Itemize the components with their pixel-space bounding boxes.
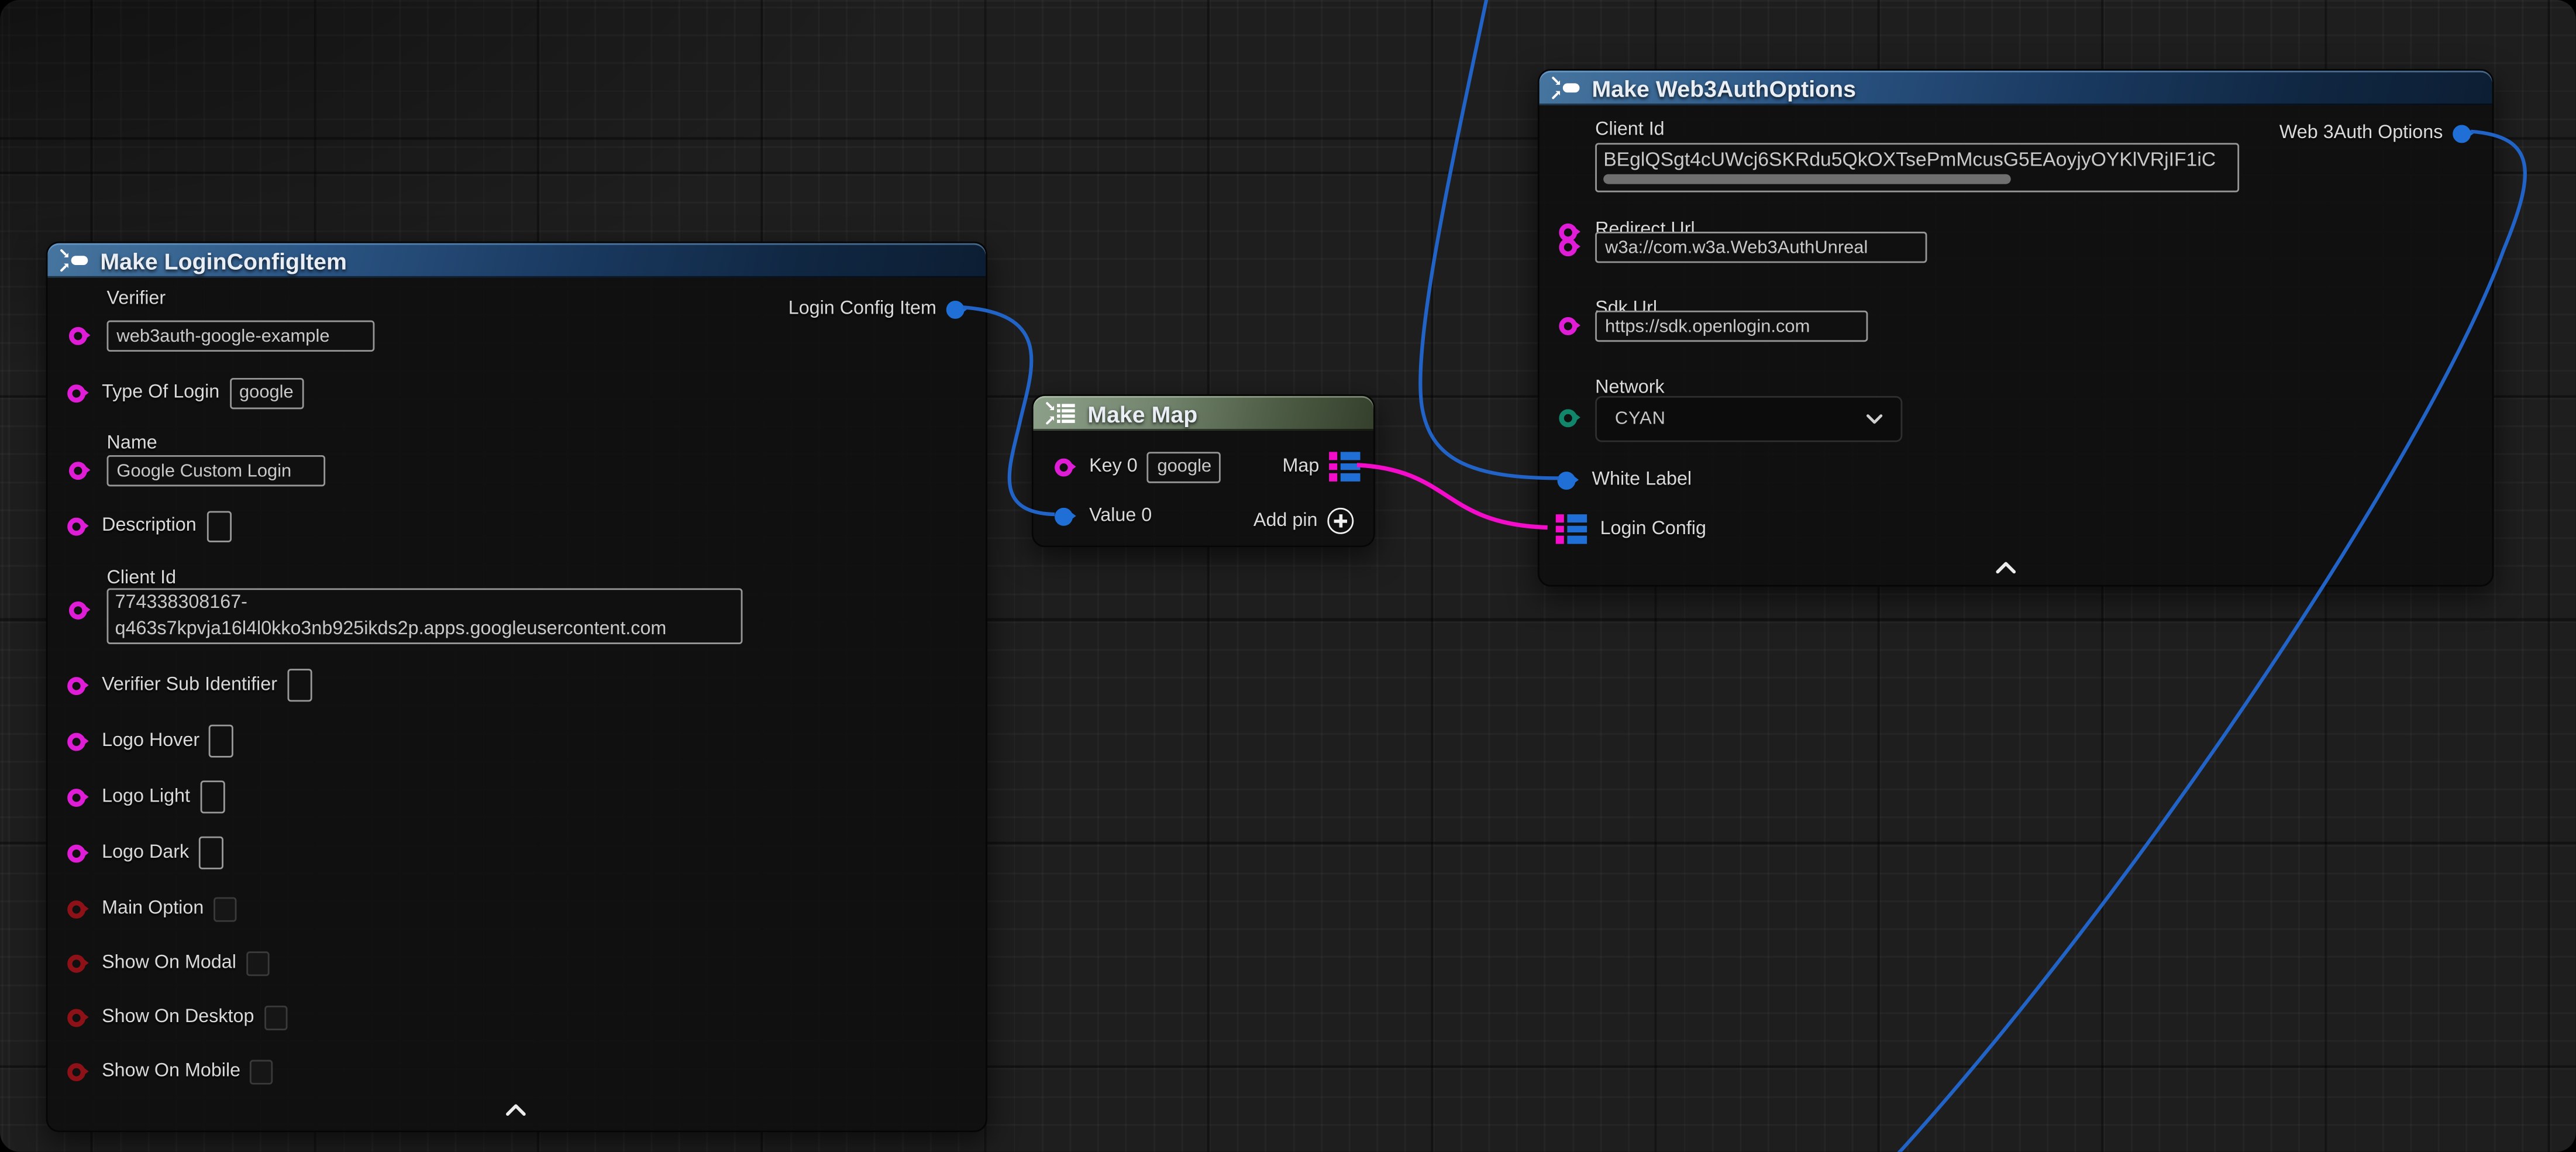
node-title: Make Web3AuthOptions (1592, 75, 1857, 101)
type-of-login-input[interactable]: google (229, 377, 304, 408)
node-header-make-loginconfigitem[interactable]: Make LoginConfigItem (47, 243, 986, 278)
pin-web3auth-options-output[interactable] (2453, 124, 2471, 142)
pin-description[interactable] (67, 517, 85, 535)
verifier-label: Verifier (107, 283, 166, 315)
output-row-login-config-item: Login Config Item (788, 293, 965, 325)
node-title: Make Map (1087, 400, 1197, 427)
pin-verifier[interactable] (68, 327, 87, 345)
network-dropdown[interactable]: CYAN (1595, 396, 1902, 442)
verifier-sub-identifier-label: Verifier Sub Identifier (102, 669, 277, 701)
make-map-icon (1045, 401, 1077, 425)
pin-logo-dark[interactable] (67, 844, 85, 862)
show-on-modal-label: Show On Modal (102, 947, 236, 979)
name-input[interactable]: Google Custom Login (107, 455, 326, 486)
network-selected-value: CYAN (1615, 409, 1666, 429)
pin-login-config[interactable] (1556, 515, 1587, 544)
blueprint-graph-canvas[interactable]: Make LoginConfigItem Login Config Item V… (0, 0, 2576, 1152)
key-0-input[interactable]: google (1148, 451, 1222, 482)
pin-white-label[interactable] (1558, 471, 1576, 489)
map-output-label: Map (1282, 451, 1319, 483)
chevron-up-icon (506, 1103, 526, 1115)
client-id-label: Client Id (1595, 114, 1664, 146)
client-id-line1: 774338308167- (108, 590, 741, 616)
logo-dark-input[interactable] (199, 837, 223, 869)
web3auth-options-output-label: Web 3Auth Options (2279, 116, 2443, 149)
pin-key-0[interactable] (1055, 458, 1073, 476)
node-header-make-web3authoptions[interactable]: Make Web3AuthOptions (1540, 71, 2492, 105)
show-on-desktop-label: Show On Desktop (102, 1000, 254, 1033)
login-config-label: Login Config (1600, 513, 1706, 545)
key-0-label: Key 0 (1089, 451, 1138, 483)
value-0-label: Value 0 (1089, 500, 1152, 532)
node-make-loginconfigitem[interactable]: Make LoginConfigItem Login Config Item V… (46, 242, 987, 1132)
make-struct-icon (1551, 75, 1582, 100)
pin-logo-hover[interactable] (67, 732, 85, 750)
verifier-sub-identifier-input[interactable] (287, 669, 312, 701)
pin-map-output[interactable] (1329, 452, 1360, 481)
output-row-web3auth-options: Web 3Auth Options (2279, 116, 2471, 149)
collapse-node-button[interactable] (502, 1101, 529, 1117)
main-option-label: Main Option (102, 892, 204, 925)
pin-redirect-url[interactable] (1558, 238, 1576, 256)
pin-value-0[interactable] (1055, 507, 1073, 525)
main-option-checkbox[interactable] (213, 896, 236, 921)
pin-show-on-modal[interactable] (67, 954, 85, 972)
logo-hover-input[interactable] (209, 725, 234, 758)
blueprint-editor-stage: Make LoginConfigItem Login Config Item V… (0, 0, 2576, 1152)
node-make-map[interactable]: Make Map Key 0 google Map Value 0 (1032, 394, 1375, 547)
pin-show-on-desktop[interactable] (67, 1008, 85, 1026)
type-of-login-label: Type Of Login (102, 376, 219, 409)
logo-hover-label: Logo Hover (102, 725, 199, 758)
pin-client-id[interactable] (68, 601, 87, 620)
chevron-down-icon (1866, 414, 1883, 424)
pin-main-option[interactable] (67, 900, 85, 918)
client-id-input[interactable]: 774338308167- q463s7kpvja16l4l0kko3nb925… (107, 588, 743, 644)
collapse-node-button[interactable] (1993, 559, 2019, 575)
login-config-item-output-label: Login Config Item (788, 293, 936, 325)
pin-network[interactable] (1558, 409, 1576, 427)
verifier-input[interactable]: web3auth-google-example (107, 321, 375, 352)
redirect-url-input[interactable]: w3a://com.w3a.Web3AuthUnreal (1595, 232, 1927, 263)
wire-map-to-loginconfig[interactable] (1357, 465, 1548, 528)
add-pin-plus-icon (1327, 508, 1354, 534)
show-on-mobile-label: Show On Mobile (102, 1055, 240, 1088)
pin-show-on-mobile[interactable] (67, 1062, 85, 1081)
logo-light-input[interactable] (200, 780, 225, 813)
client-id-scrollbar[interactable] (1603, 174, 2011, 184)
chevron-up-icon (1996, 561, 2016, 573)
node-title: Make LoginConfigItem (100, 247, 347, 274)
client-id-input[interactable]: BEglQSgt4cUWcj6SKRdu5QkOXTsePmMcusG5EAoy… (1595, 143, 2239, 192)
logo-light-label: Logo Light (102, 780, 190, 813)
show-on-mobile-checkbox[interactable] (250, 1059, 273, 1084)
add-pin-label: Add pin (1253, 504, 1318, 537)
show-on-modal-checkbox[interactable] (246, 951, 269, 975)
node-make-web3authoptions[interactable]: Make Web3AuthOptions Web 3Auth Options C… (1538, 69, 2494, 587)
add-pin-button[interactable]: Add pin (1253, 504, 1354, 537)
show-on-desktop-checkbox[interactable] (264, 1005, 287, 1029)
description-input[interactable] (206, 510, 231, 541)
pin-name[interactable] (68, 462, 87, 480)
client-id-line2: q463s7kpvja16l4l0kko3nb925ikds2p.apps.go… (108, 616, 741, 642)
sdk-url-input[interactable]: https://sdk.openlogin.com (1595, 311, 1868, 342)
pin-verifier-sub-identifier[interactable] (67, 676, 85, 694)
node-header-make-map[interactable]: Make Map (1034, 396, 1373, 431)
description-label: Description (102, 510, 197, 542)
pin-logo-light[interactable] (67, 788, 85, 806)
pin-login-config-item-output[interactable] (946, 300, 965, 318)
white-label-label: White Label (1592, 463, 1692, 496)
pin-sdk-url[interactable] (1558, 317, 1576, 335)
make-struct-icon (59, 248, 90, 273)
logo-dark-label: Logo Dark (102, 837, 189, 869)
pin-type-of-login[interactable] (67, 384, 85, 402)
client-id-text: BEglQSgt4cUWcj6SKRdu5QkOXTsePmMcusG5EAoy… (1597, 146, 2237, 173)
